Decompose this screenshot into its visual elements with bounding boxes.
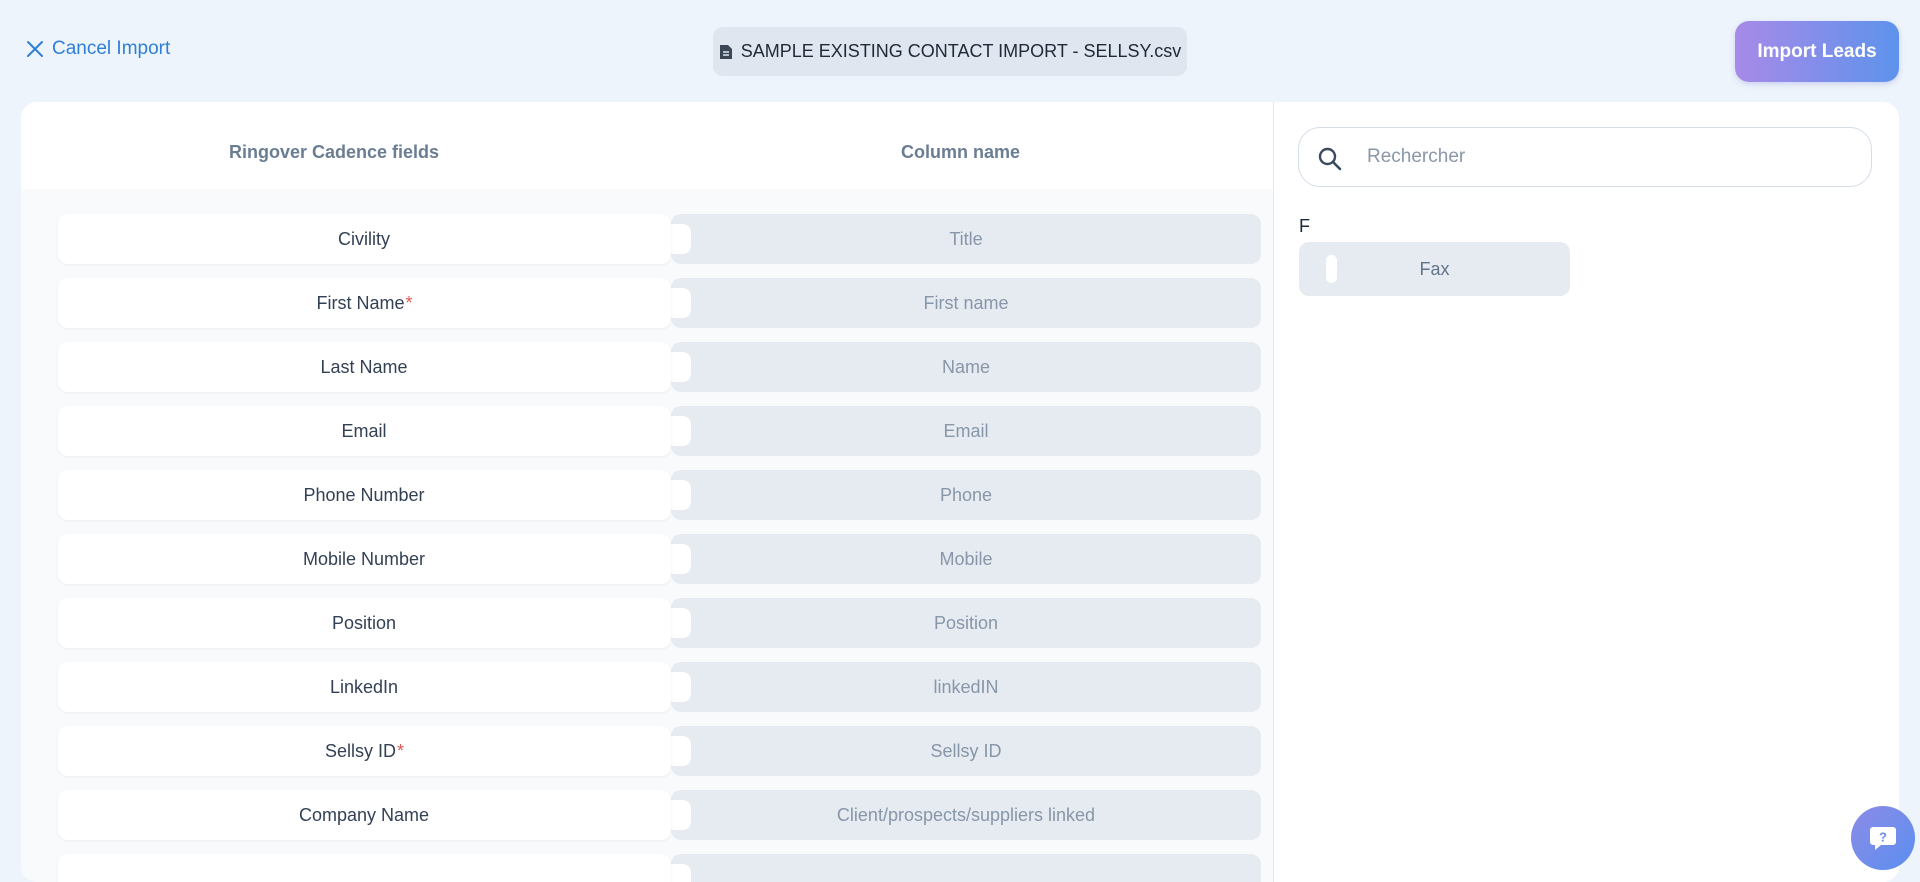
table-row: Civility Title (58, 214, 1261, 264)
search-icon (1318, 147, 1342, 171)
mapping-table: Ringover Cadence fields Column name Civi… (21, 102, 1273, 882)
column-name-label: First name (923, 292, 1009, 313)
column-name-label: Mobile (939, 548, 993, 569)
cadence-field (58, 854, 671, 882)
help-icon: ? (1870, 827, 1896, 850)
cadence-field-label: Last Name (320, 356, 408, 377)
column-name-label: Client/prospects/suppliers linked (836, 804, 1096, 825)
panel-divider (1273, 102, 1274, 882)
top-bar: Cancel Import SAMPLE EXISTING CONTACT IM… (0, 0, 1920, 101)
cadence-field-label: Civility (338, 228, 390, 249)
table-row (58, 854, 1261, 882)
available-column-fax[interactable]: Fax (1299, 242, 1570, 296)
drag-handle[interactable] (671, 864, 691, 882)
column-drop-zone[interactable]: linkedIN (671, 662, 1261, 712)
cadence-field-label: Position (331, 612, 397, 633)
column-drop-zone[interactable]: Email (671, 406, 1261, 456)
cadence-field: Civility (58, 214, 671, 264)
column-name-label: Name (941, 356, 990, 377)
column-name-label: Title (949, 228, 983, 249)
table-row: First Name * First name (58, 278, 1261, 328)
close-icon (27, 41, 43, 57)
table-row: Last Name Name (58, 342, 1261, 392)
table-row: Company Name Client/prospects/suppliers l… (58, 790, 1261, 840)
file-icon (719, 44, 732, 59)
cadence-field-label: LinkedIn (329, 676, 399, 697)
file-name: SAMPLE EXISTING CONTACT IMPORT - SELLSY.… (740, 41, 1182, 61)
file-name-chip: SAMPLE EXISTING CONTACT IMPORT - SELLSY.… (713, 27, 1187, 76)
cadence-field-label: Mobile Number (302, 548, 426, 569)
column-drop-zone[interactable]: Mobile (671, 534, 1261, 584)
table-header: Ringover Cadence fields Column name (21, 102, 1273, 189)
column-header-fields: Ringover Cadence fields (229, 142, 440, 162)
cadence-field: First Name * (58, 278, 671, 328)
drag-handle[interactable] (671, 544, 691, 574)
drag-handle[interactable] (671, 288, 691, 318)
required-marker: * (397, 740, 405, 761)
cancel-import-label: Cancel Import (52, 38, 171, 59)
drag-handle[interactable] (671, 736, 691, 766)
mapping-panel: Ringover Cadence fields Column name Civi… (21, 102, 1899, 882)
cadence-field: Company Name (58, 790, 671, 840)
drag-handle[interactable] (671, 480, 691, 510)
column-name-label: Sellsy ID (930, 740, 1002, 761)
column-drop-zone[interactable]: First name (671, 278, 1261, 328)
column-name-label: Phone (939, 484, 993, 505)
import-leads-button[interactable]: Import Leads (1735, 21, 1899, 82)
column-drop-zone[interactable]: Client/prospects/suppliers linked (671, 790, 1261, 840)
column-name-label: Email (943, 420, 989, 441)
table-row: Phone Number Phone (58, 470, 1261, 520)
column-drop-zone[interactable] (671, 854, 1261, 882)
available-column-label: Fax (1419, 258, 1450, 279)
search-input[interactable] (1367, 138, 1847, 176)
cadence-field: LinkedIn (58, 662, 671, 712)
column-header-column-name: Column name (901, 142, 1021, 162)
cadence-field-label: Company Name (298, 804, 430, 825)
cadence-field: Mobile Number (58, 534, 671, 584)
drag-handle[interactable] (1326, 255, 1337, 283)
column-name-label: Position (933, 612, 999, 633)
cadence-field: Position (58, 598, 671, 648)
table-row: LinkedIn linkedIN (58, 662, 1261, 712)
drag-handle[interactable] (671, 352, 691, 382)
column-drop-zone[interactable]: Sellsy ID (671, 726, 1261, 776)
column-drop-zone[interactable]: Name (671, 342, 1261, 392)
help-button[interactable]: ? (1851, 806, 1915, 870)
drag-handle[interactable] (671, 672, 691, 702)
column-name-label: linkedIN (933, 676, 999, 697)
cadence-field: Sellsy ID * (58, 726, 671, 776)
table-row: Sellsy ID * Sellsy ID (58, 726, 1261, 776)
drag-handle[interactable] (671, 224, 691, 254)
table-row: Email Email (58, 406, 1261, 456)
column-drop-zone[interactable]: Phone (671, 470, 1261, 520)
cadence-field: Phone Number (58, 470, 671, 520)
cadence-field: Email (58, 406, 671, 456)
table-row: Position Position (58, 598, 1261, 648)
required-marker: * (405, 292, 413, 313)
table-row: Mobile Number Mobile (58, 534, 1261, 584)
drag-handle[interactable] (671, 608, 691, 638)
drag-handle[interactable] (671, 416, 691, 446)
cancel-import-button[interactable]: Cancel Import (26, 38, 170, 60)
group-letter: F (1299, 216, 1310, 236)
search-box[interactable] (1298, 127, 1872, 187)
cadence-field-label: Phone Number (303, 484, 425, 505)
drag-handle[interactable] (671, 800, 691, 830)
cadence-field-label: Email (341, 420, 387, 441)
svg-text:?: ? (1879, 830, 1887, 845)
cadence-field-label: First Name (316, 292, 405, 313)
column-drop-zone[interactable]: Title (671, 214, 1261, 264)
column-drop-zone[interactable]: Position (671, 598, 1261, 648)
cadence-field: Last Name (58, 342, 671, 392)
cadence-field-label: Sellsy ID (324, 740, 396, 761)
